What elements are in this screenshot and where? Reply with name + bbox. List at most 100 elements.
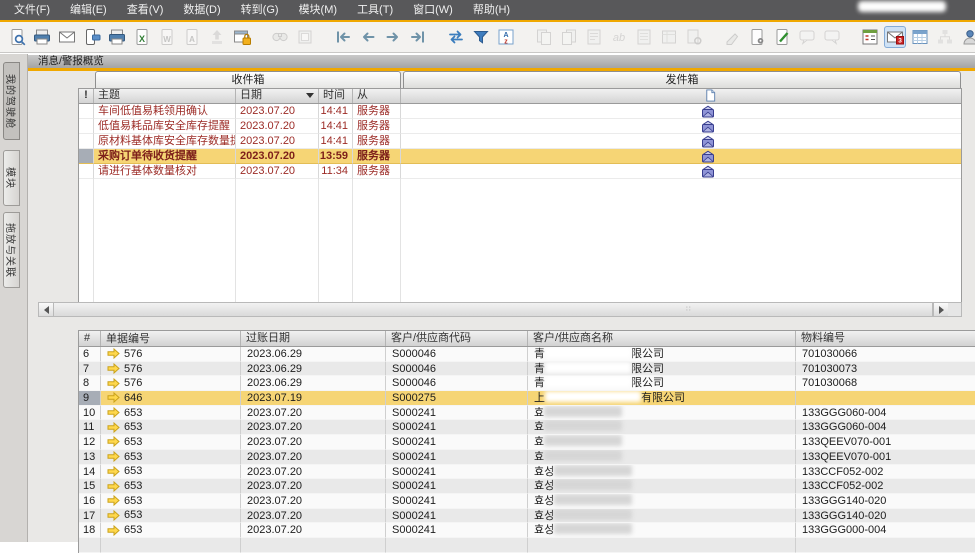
form-mode-icon[interactable]: [658, 26, 680, 48]
org-chart-icon[interactable]: [934, 26, 956, 48]
print-icon[interactable]: [31, 26, 53, 48]
document-row-13[interactable]: 136532023.07.20S000241효133QEEV070-001: [79, 450, 975, 465]
remarks-icon[interactable]: [796, 26, 818, 48]
document-row-10[interactable]: 106532023.07.20S000241효133GGG060-004: [79, 406, 975, 421]
link-arrow-icon[interactable]: [107, 422, 120, 433]
open-envelope-icon[interactable]: [701, 135, 715, 148]
inbox-row-2[interactable]: 低值易耗品库安全库存提醒2023.07.2014:41服务器: [79, 119, 961, 134]
edit-icon[interactable]: [721, 26, 743, 48]
send-message-icon[interactable]: [821, 26, 843, 48]
next-record-icon[interactable]: [382, 26, 404, 48]
doc-col-index[interactable]: #: [79, 331, 101, 346]
document-row-12[interactable]: 126532023.07.20S000241효133QEEV070-001: [79, 435, 975, 450]
lock-screen-icon[interactable]: [231, 26, 253, 48]
tab-outbox[interactable]: 发件箱: [403, 71, 961, 88]
menu-item-3[interactable]: 数据(D): [173, 0, 230, 20]
inbox-row-5[interactable]: 请进行基体数量核对2023.07.2011:34服务器: [79, 164, 961, 179]
add-record-icon[interactable]: [294, 26, 316, 48]
menu-item-0[interactable]: 文件(F): [4, 0, 60, 20]
form-settings-icon[interactable]: [771, 26, 793, 48]
sms-icon[interactable]: [81, 26, 103, 48]
document-row-16[interactable]: 166532023.07.20S000241효성133GGG140-020: [79, 494, 975, 509]
link-arrow-icon[interactable]: [107, 392, 120, 403]
inbox-col-alert[interactable]: !: [79, 89, 94, 103]
link-arrow-icon[interactable]: [107, 407, 120, 418]
summary-icon[interactable]: [583, 26, 605, 48]
sidebar-tab-1[interactable]: 模块: [3, 150, 20, 206]
doc-col-bp-code[interactable]: 客户/供应商代码: [386, 331, 528, 346]
scroll-left-button[interactable]: [39, 303, 54, 316]
document-row-11[interactable]: 116532023.07.20S000241효133GGG060-004: [79, 420, 975, 435]
link-arrow-icon[interactable]: [107, 451, 120, 462]
inbox-row-4[interactable]: 采购订单待收货提醒2023.07.2013:59服务器: [79, 149, 961, 164]
open-envelope-icon[interactable]: [701, 150, 715, 163]
document-row-18[interactable]: 186532023.07.20S000241효성133GGG000-004: [79, 523, 975, 538]
doc-col-item-number[interactable]: 物料编号: [796, 331, 975, 346]
inbox-col-time[interactable]: 时间: [319, 89, 353, 103]
journal-entry-icon[interactable]: [633, 26, 655, 48]
inbox-col-from[interactable]: 从: [353, 89, 401, 103]
menu-item-5[interactable]: 模块(M): [289, 0, 348, 20]
scroll-right-button[interactable]: [933, 303, 948, 316]
export-word-icon[interactable]: W: [156, 26, 178, 48]
find-icon[interactable]: [269, 26, 291, 48]
document-row-17[interactable]: 176532023.07.20S000241효성133GGG140-020: [79, 509, 975, 524]
link-arrow-icon[interactable]: [107, 436, 120, 447]
link-arrow-icon[interactable]: [107, 378, 120, 389]
link-arrow-icon[interactable]: [107, 481, 120, 492]
previous-record-icon[interactable]: [357, 26, 379, 48]
sidebar-tab-2[interactable]: 拖放与关联: [3, 212, 20, 288]
menu-item-2[interactable]: 查看(V): [117, 0, 174, 20]
open-envelope-icon[interactable]: [701, 165, 715, 178]
sidebar-tab-0[interactable]: 我的驾驶舱: [3, 62, 20, 140]
todo-list-icon[interactable]: [859, 26, 881, 48]
export-excel-icon[interactable]: X: [131, 26, 153, 48]
horizontal-scrollbar[interactable]: ∷: [38, 302, 962, 317]
doc-col-posting-date[interactable]: 过账日期: [241, 331, 386, 346]
menu-item-8[interactable]: 帮助(H): [463, 0, 520, 20]
last-record-icon[interactable]: [407, 26, 429, 48]
employee-icon[interactable]: [959, 26, 975, 48]
open-envelope-icon[interactable]: [701, 120, 715, 133]
document-row-9[interactable]: 96462023.07.19S000275上有限公司: [79, 391, 975, 406]
refresh-icon[interactable]: [445, 26, 467, 48]
open-envelope-icon[interactable]: [701, 105, 715, 118]
query-icon[interactable]: [683, 26, 705, 48]
gross-profit-icon[interactable]: ab: [608, 26, 630, 48]
tab-inbox[interactable]: 收件箱: [95, 71, 401, 88]
menu-item-7[interactable]: 窗口(W): [403, 0, 463, 20]
doc-col-number[interactable]: 单据编号: [101, 331, 241, 346]
scrollbar-thumb[interactable]: ∷: [54, 303, 933, 316]
link-arrow-icon[interactable]: [107, 525, 120, 536]
export-pdf-icon[interactable]: A: [181, 26, 203, 48]
messages-alerts-icon[interactable]: 3: [884, 26, 906, 48]
first-record-icon[interactable]: [332, 26, 354, 48]
document-row-15[interactable]: 156532023.07.20S000241효성133CCF052-002: [79, 479, 975, 494]
copy-to-icon[interactable]: [533, 26, 555, 48]
menu-item-6[interactable]: 工具(T): [347, 0, 403, 20]
link-arrow-icon[interactable]: [107, 363, 120, 374]
menu-item-4[interactable]: 转到(G): [231, 0, 289, 20]
link-arrow-icon[interactable]: [107, 466, 120, 477]
report-icon[interactable]: [909, 26, 931, 48]
paste-from-icon[interactable]: [558, 26, 580, 48]
fax-icon[interactable]: [106, 26, 128, 48]
sort-descending-icon[interactable]: [306, 93, 314, 98]
menu-item-1[interactable]: 编辑(E): [60, 0, 117, 20]
inbox-row-3[interactable]: 原材料基体库安全库存数量提醒2023.07.2014:41服务器: [79, 134, 961, 149]
link-arrow-icon[interactable]: [107, 348, 120, 359]
print-preview-icon[interactable]: [6, 26, 28, 48]
inbox-col-attachment[interactable]: [401, 89, 961, 103]
document-row-14[interactable]: 146532023.07.20S000241효성133CCF052-002: [79, 465, 975, 480]
document-row-7[interactable]: 75762023.06.29S000046青限公司701030073: [79, 362, 975, 377]
launch-application-icon[interactable]: [206, 26, 228, 48]
filter-icon[interactable]: [470, 26, 492, 48]
doc-col-bp-name[interactable]: 客户/供应商名称: [528, 331, 796, 346]
document-row-6[interactable]: 65762023.06.29S000046青限公司701030066: [79, 347, 975, 362]
inbox-col-date[interactable]: 日期: [236, 89, 319, 103]
link-arrow-icon[interactable]: [107, 495, 120, 506]
document-row-8[interactable]: 85762023.06.29S000046青限公司701030068: [79, 376, 975, 391]
link-arrow-icon[interactable]: [107, 510, 120, 521]
email-icon[interactable]: [56, 26, 78, 48]
document-settings-icon[interactable]: [746, 26, 768, 48]
